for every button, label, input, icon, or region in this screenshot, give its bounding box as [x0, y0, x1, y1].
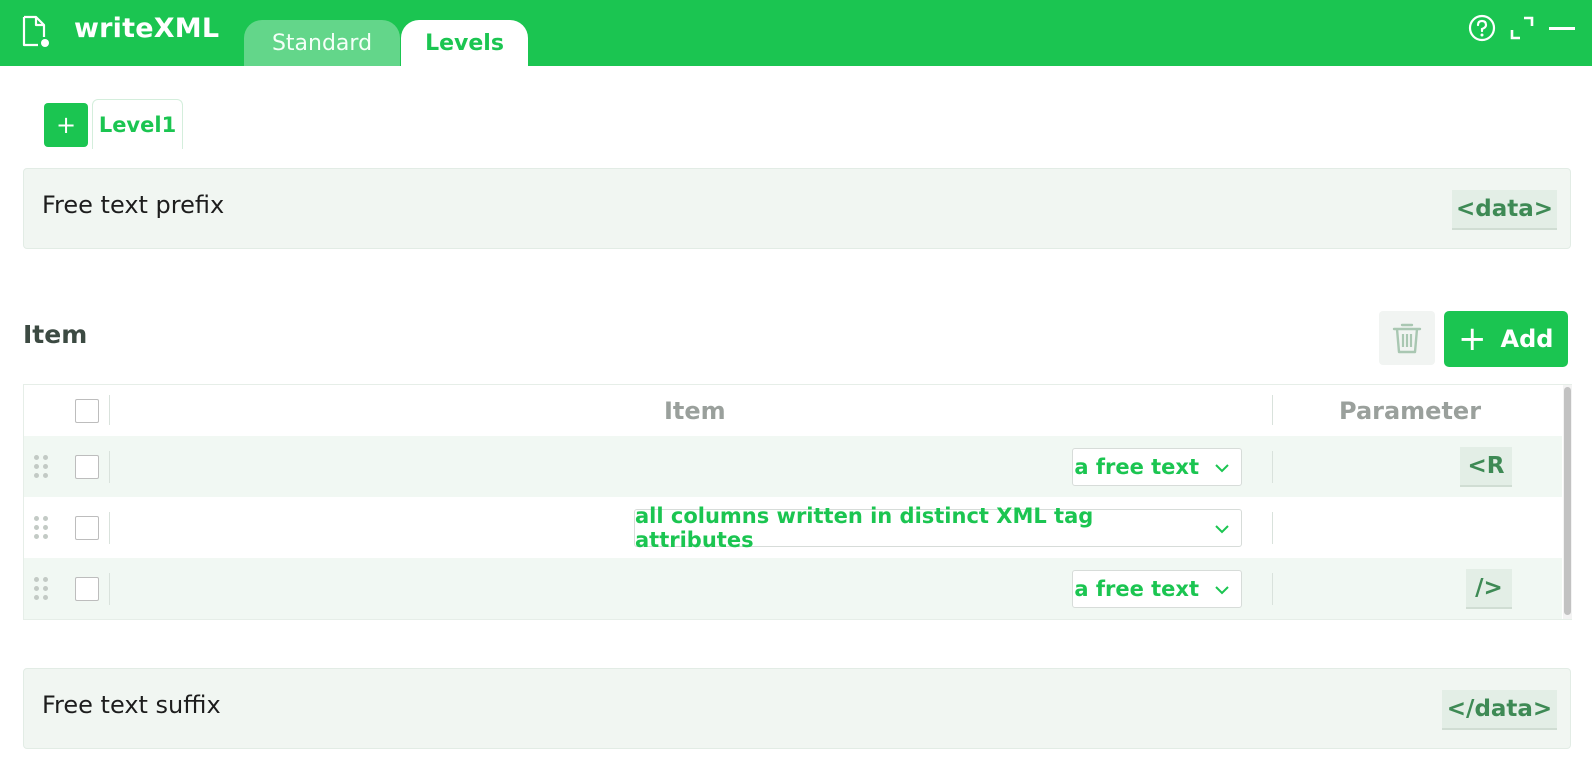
tab-standard[interactable]: Standard — [244, 20, 400, 66]
chevron-down-icon — [1215, 525, 1229, 534]
column-divider — [1272, 573, 1273, 605]
prefix-panel: Free text prefix <data> — [23, 168, 1571, 249]
suffix-label: Free text suffix — [42, 691, 221, 719]
column-header-parameter: Parameter — [1339, 397, 1482, 425]
items-section-title: Item — [23, 320, 88, 349]
item-select-value: a free text — [1074, 455, 1199, 479]
document-icon — [20, 15, 52, 49]
plus-icon: + — [1458, 319, 1487, 359]
drag-handle-icon[interactable] — [34, 577, 50, 603]
table-row: a free text /> — [24, 558, 1562, 619]
item-select-value: a free text — [1074, 577, 1199, 601]
select-all-checkbox[interactable] — [75, 399, 99, 423]
row-checkbox[interactable] — [75, 516, 99, 540]
column-divider — [1272, 451, 1273, 483]
app-title: writeXML — [74, 13, 220, 44]
item-select[interactable]: a free text — [1072, 570, 1242, 608]
prefix-value-button[interactable]: <data> — [1452, 190, 1557, 230]
row-checkbox[interactable] — [75, 455, 99, 479]
table-row: all columns written in distinct XML tag … — [24, 497, 1562, 558]
tab-level1[interactable]: Level1 — [92, 99, 183, 149]
table-row: a free text <R — [24, 436, 1562, 497]
row-checkbox[interactable] — [75, 577, 99, 601]
parameter-value-button[interactable]: <R — [1460, 447, 1512, 487]
item-select[interactable]: a free text — [1072, 448, 1242, 486]
expand-icon[interactable] — [1506, 12, 1538, 44]
trash-icon — [1392, 323, 1422, 354]
add-item-label: Add — [1500, 325, 1554, 353]
table-header: Item Parameter — [24, 385, 1562, 436]
drag-handle-icon[interactable] — [34, 455, 50, 481]
column-divider — [1272, 512, 1273, 544]
column-header-item: Item — [664, 397, 726, 425]
parameter-value-button[interactable]: /> — [1466, 569, 1512, 609]
item-select-value: all columns written in distinct XML tag … — [635, 504, 1094, 552]
minimize-icon[interactable] — [1546, 12, 1578, 44]
column-divider — [1272, 395, 1273, 425]
column-divider — [109, 395, 110, 425]
chevron-down-icon — [1215, 586, 1229, 595]
suffix-panel: Free text suffix </data> — [23, 668, 1571, 749]
suffix-value-button[interactable]: </data> — [1442, 690, 1557, 730]
item-select[interactable]: all columns written in distinct XML tag … — [634, 504, 1242, 552]
table-scrollbar[interactable] — [1563, 385, 1572, 619]
column-divider — [109, 451, 110, 483]
drag-handle-icon[interactable] — [34, 516, 50, 542]
column-divider — [109, 512, 110, 544]
add-level-button[interactable]: + — [44, 103, 88, 147]
items-table: Item Parameter a free text <R all column… — [23, 384, 1572, 620]
column-divider — [109, 573, 110, 605]
app-header: writeXML Standard Levels — [0, 0, 1592, 66]
prefix-label: Free text prefix — [42, 191, 225, 219]
add-item-button[interactable]: + Add — [1444, 311, 1568, 367]
help-icon[interactable] — [1466, 12, 1498, 44]
tab-levels[interactable]: Levels — [401, 20, 528, 66]
chevron-down-icon — [1215, 464, 1229, 473]
scrollbar-thumb[interactable] — [1564, 387, 1571, 615]
delete-button[interactable] — [1379, 311, 1435, 365]
